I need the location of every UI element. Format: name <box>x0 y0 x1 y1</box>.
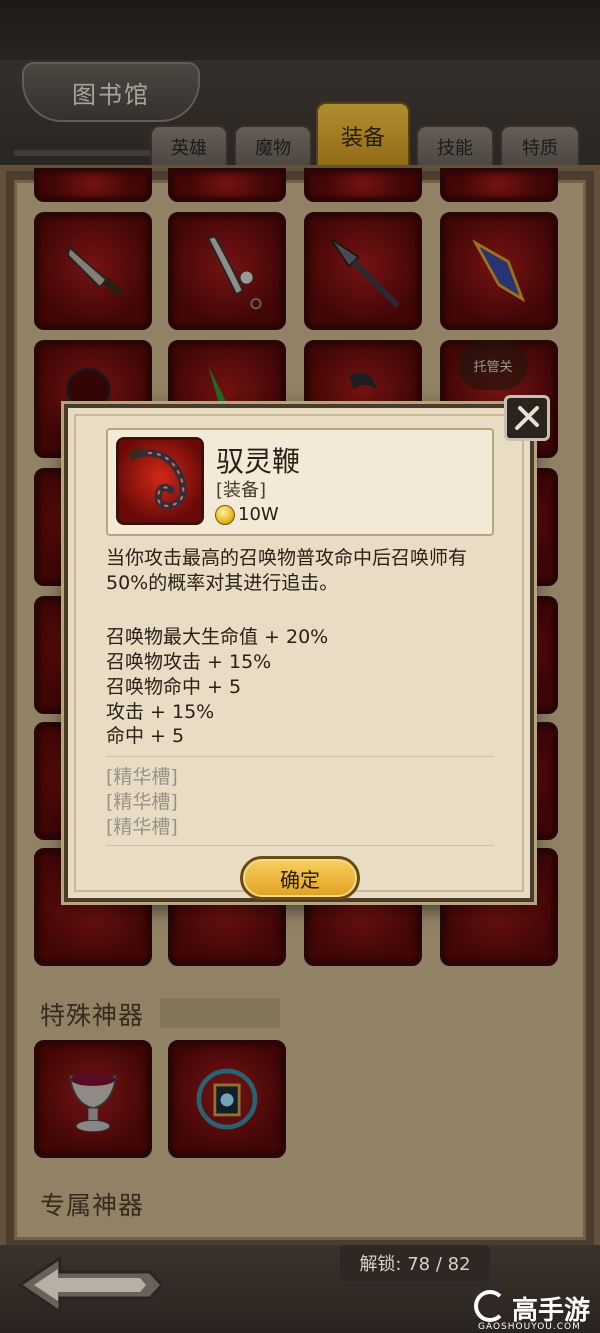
item-name: 驭灵鞭 <box>216 445 301 478</box>
back-arrow-icon[interactable] <box>12 1252 165 1318</box>
divider <box>106 845 494 846</box>
item-price: 10W <box>238 504 279 525</box>
gold-coin-icon <box>215 505 235 525</box>
unlock-progress: 解锁: 78 / 82 <box>340 1245 490 1281</box>
whip-icon <box>116 437 204 525</box>
confirm-button[interactable]: 确定 <box>240 856 360 900</box>
close-icon[interactable] <box>504 395 550 441</box>
item-stat: 命中 + 5 <box>106 725 185 747</box>
item-type: [装备] <box>216 480 267 501</box>
essence-socket: [精华槽] <box>106 816 178 838</box>
item-stat: 召唤物最大生命值 + 20% <box>106 626 329 648</box>
essence-socket: [精华槽] <box>106 791 178 813</box>
divider <box>106 756 494 757</box>
item-description: 当你攻击最高的召唤物普攻命中后召唤师有50%的概率对其进行追击。 <box>106 547 468 594</box>
item-stat: 召唤物命中 + 5 <box>106 676 242 698</box>
essence-socket: [精华槽] <box>106 766 178 788</box>
item-stat: 召唤物攻击 + 15% <box>106 651 272 673</box>
watermark-logo-icon <box>474 1290 506 1322</box>
watermark-url: GAOSHOUYOU.COM <box>478 1322 581 1332</box>
item-stat: 攻击 + 15% <box>106 701 215 723</box>
